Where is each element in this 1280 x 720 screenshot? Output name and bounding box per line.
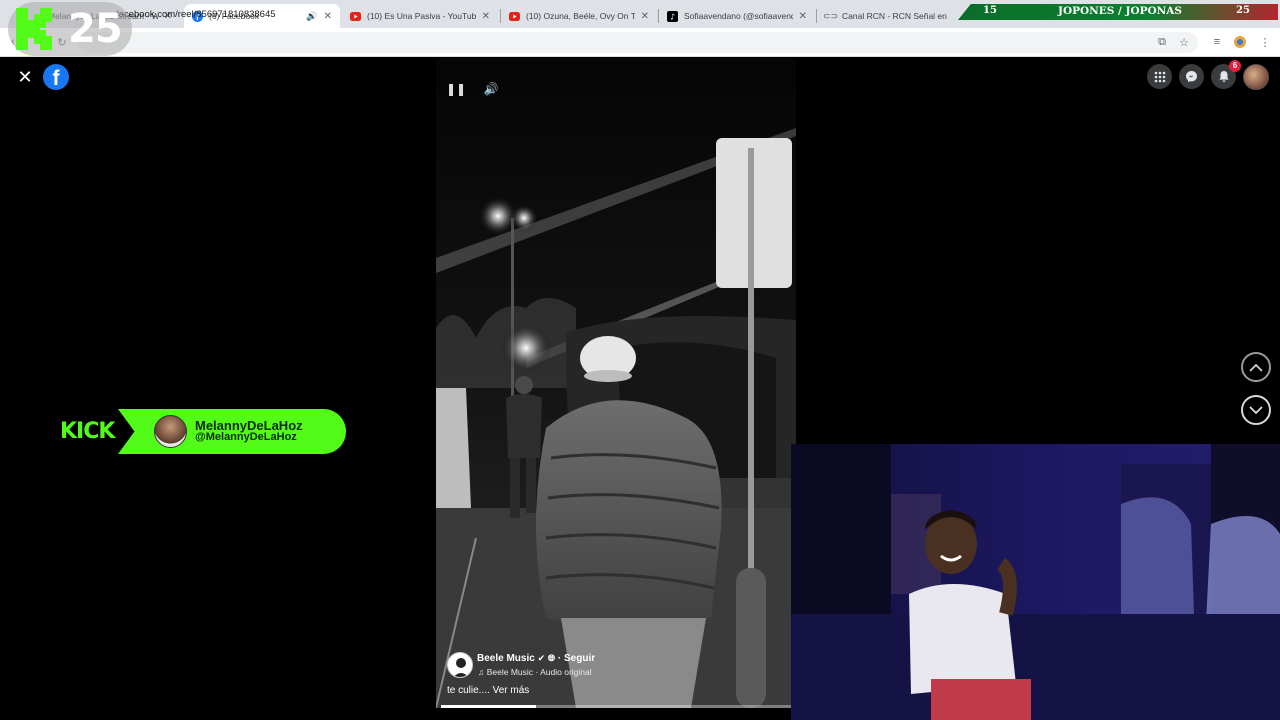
score-title: JOPONES / JOPONAS — [1058, 5, 1182, 17]
close-reel-icon[interactable]: ✕ — [16, 68, 34, 86]
tab-title: Canal RCN - RCN Señal en Vivo — [842, 11, 949, 21]
volume-icon[interactable]: 🔊 — [480, 80, 502, 98]
bookmark-star-icon[interactable]: ☆ — [1177, 35, 1191, 49]
close-tab-icon[interactable]: ✕ — [324, 11, 332, 22]
music-note-icon: ♫ — [478, 667, 485, 677]
tab-tiktok[interactable]: ♪ Sofiaavendano (@sofiaavendan ✕ — [659, 4, 815, 28]
facebook-logo-icon[interactable]: f — [43, 64, 69, 90]
menu-kebab-icon[interactable]: ⋮ — [1258, 35, 1272, 49]
kick-banner-label: KICK — [60, 419, 115, 444]
tab-title: (10) Ozuna, Beéle, Ovy On The — [526, 11, 635, 21]
kick-number: 25 — [68, 6, 123, 52]
close-tab-icon[interactable]: ✕ — [799, 11, 807, 22]
media-control-icon[interactable]: ≡ — [1210, 35, 1224, 49]
streamer-handle: @MelannyDeLaHoz — [195, 431, 297, 443]
tab-title: Sofiaavendano (@sofiaavendan — [684, 11, 793, 21]
tab-youtube-1[interactable]: (10) Es Una Pasiva - YouTube ✕ — [342, 4, 498, 28]
follow-button[interactable]: Seguir — [564, 653, 595, 664]
previous-reel-button[interactable] — [1241, 352, 1271, 382]
next-reel-button[interactable] — [1241, 395, 1271, 425]
verified-badge-icon: ✔ — [537, 653, 546, 663]
chevron-up-icon — [1249, 363, 1263, 372]
tiktok-icon: ♪ — [667, 10, 678, 22]
profile-icon[interactable] — [1233, 35, 1247, 49]
reel-author-name[interactable]: Beele Music — [477, 653, 535, 664]
webcam-frame — [791, 444, 1280, 720]
browser-toolbar: ‹ ↻ ⧉ ☆ ≡ ⋮ — [0, 28, 1280, 57]
youtube-icon — [350, 11, 361, 22]
close-tab-icon[interactable]: ✕ — [482, 11, 490, 22]
tab-youtube-2[interactable]: (10) Ozuna, Beéle, Ovy On The ✕ — [501, 4, 657, 28]
score-right: 25 — [1236, 5, 1250, 16]
messenger-icon[interactable] — [1179, 64, 1204, 89]
reel-author-line: Beele Music ✔ 🌐︎ · Seguir — [477, 653, 595, 664]
kick-logo-icon — [16, 8, 52, 50]
reel-progress-fill — [441, 705, 536, 708]
link-icon: ⊂⊃ — [822, 10, 839, 21]
reel-video[interactable] — [436, 58, 796, 708]
youtube-icon — [509, 11, 520, 22]
reel-progress-bar[interactable] — [441, 705, 791, 708]
reel-audio-line[interactable]: ♫ Beele Music · Audio original — [478, 667, 592, 677]
globe-icon: 🌐︎ — [547, 653, 556, 663]
video-frame — [436, 58, 796, 708]
streamer-webcam — [791, 444, 1280, 720]
tab-rcn[interactable]: ⊂⊃ Canal RCN - RCN Señal en Vivo — [817, 4, 957, 28]
address-bar[interactable] — [78, 32, 1198, 53]
url-text: facebook.com/reel/856971810838645 — [116, 9, 276, 20]
install-app-icon[interactable]: ⧉ — [1155, 35, 1169, 49]
reel-caption[interactable]: te culie.... Ver más — [447, 685, 529, 696]
chevron-down-icon — [1249, 405, 1263, 414]
notification-count-badge: 6 — [1229, 60, 1241, 72]
menu-grid-icon[interactable] — [1147, 64, 1172, 89]
svg-text:♪: ♪ — [670, 12, 675, 21]
tab-title: (10) Es Una Pasiva - YouTube — [367, 11, 476, 21]
score-left: 15 — [983, 5, 997, 16]
close-tab-icon[interactable]: ✕ — [641, 11, 649, 22]
reel-audio-text: Beele Music · Audio original — [486, 667, 592, 677]
streamer-avatar — [154, 415, 187, 448]
pause-icon[interactable]: ❚❚ — [445, 80, 467, 98]
account-avatar[interactable] — [1243, 64, 1269, 90]
speaker-icon[interactable]: 🔊 — [306, 11, 317, 22]
reel-author-avatar[interactable] — [447, 652, 473, 678]
